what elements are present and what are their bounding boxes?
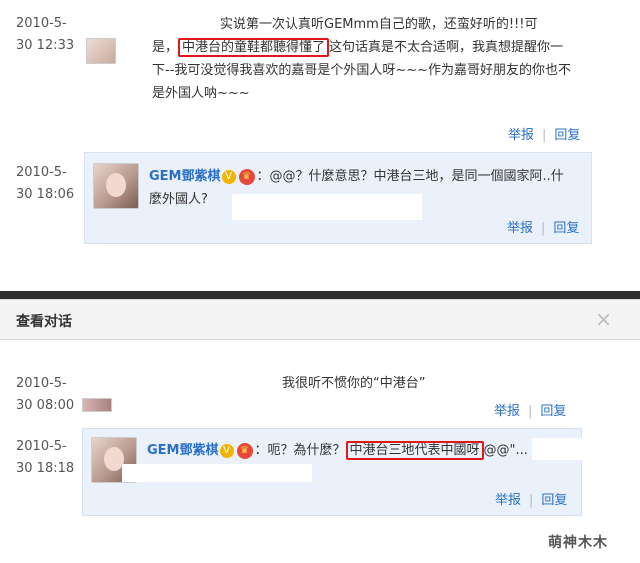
username-link[interactable]: GEM鄧紫棋 [147,443,219,458]
timestamp: 2010-5- 30 18:06 [16,165,75,202]
comment-actions: 举报 | 回复 [494,400,566,419]
watermark: 萌神木木 [548,535,608,551]
report-link[interactable]: 举报 [494,404,520,419]
conversation-dialog: 查看对话 × 2010-5- 30 08:00 我很听不惯你的“中港台” 举报 |… [0,299,640,563]
redaction [122,464,312,482]
separator: | [528,404,533,419]
timestamp: 2010-5- 30 18:18 [16,439,75,476]
timestamp: 2010-5- 30 12:33 [16,16,75,53]
reply-actions: 举报 | 回复 [495,489,567,508]
report-link[interactable]: 举报 [507,221,533,236]
comment-actions: 举报 | 回复 [508,124,580,143]
redaction [232,194,422,220]
close-icon[interactable]: × [595,307,612,331]
report-link[interactable]: 举报 [495,493,521,508]
reply-text: GEM鄧紫棋 V ♛ ：呃？為什麼？ 中港台三地代表中國呀 @@"... [147,441,528,460]
verified-icon: V [219,443,234,458]
avatar[interactable] [86,38,116,64]
reply-link[interactable]: 回复 [553,221,579,236]
separator: | [541,221,546,236]
reply-link[interactable]: 回复 [541,493,567,508]
divider [0,291,640,299]
dialog-header: 查看对话 × [0,300,640,340]
timestamp: 2010-5- 30 08:00 [16,376,75,413]
reply-link[interactable]: 回复 [554,128,580,143]
comment-text: 我很听不惯你的“中港台” [282,376,426,391]
avatar[interactable] [93,163,139,209]
crown-icon: ♛ [238,168,255,185]
highlighted-phrase: 中港台的童鞋都聽得懂了 [178,38,330,57]
avatar[interactable] [82,398,112,412]
verified-icon: V [221,169,236,184]
crown-icon: ♛ [236,442,253,459]
comment-thread: 2010-5- 30 12:33 实说第一次认真听GEMmm自己的歌，还蛮好听的… [0,0,640,292]
report-link[interactable]: 举报 [508,128,534,143]
dialog-title: 查看对话 [16,314,72,330]
separator: | [529,493,534,508]
highlighted-phrase: 中港台三地代表中國呀 [345,441,484,460]
reply-actions: 举报 | 回复 [507,217,579,236]
comment-text: 实说第一次认真听GEMmm自己的歌，还蛮好听的!!!可 是， 中港台的童鞋都聽得懂… [152,17,572,101]
reply-link[interactable]: 回复 [540,404,566,419]
username-link[interactable]: GEM鄧紫棋 [149,169,221,184]
redaction [532,438,584,460]
separator: | [542,128,547,143]
